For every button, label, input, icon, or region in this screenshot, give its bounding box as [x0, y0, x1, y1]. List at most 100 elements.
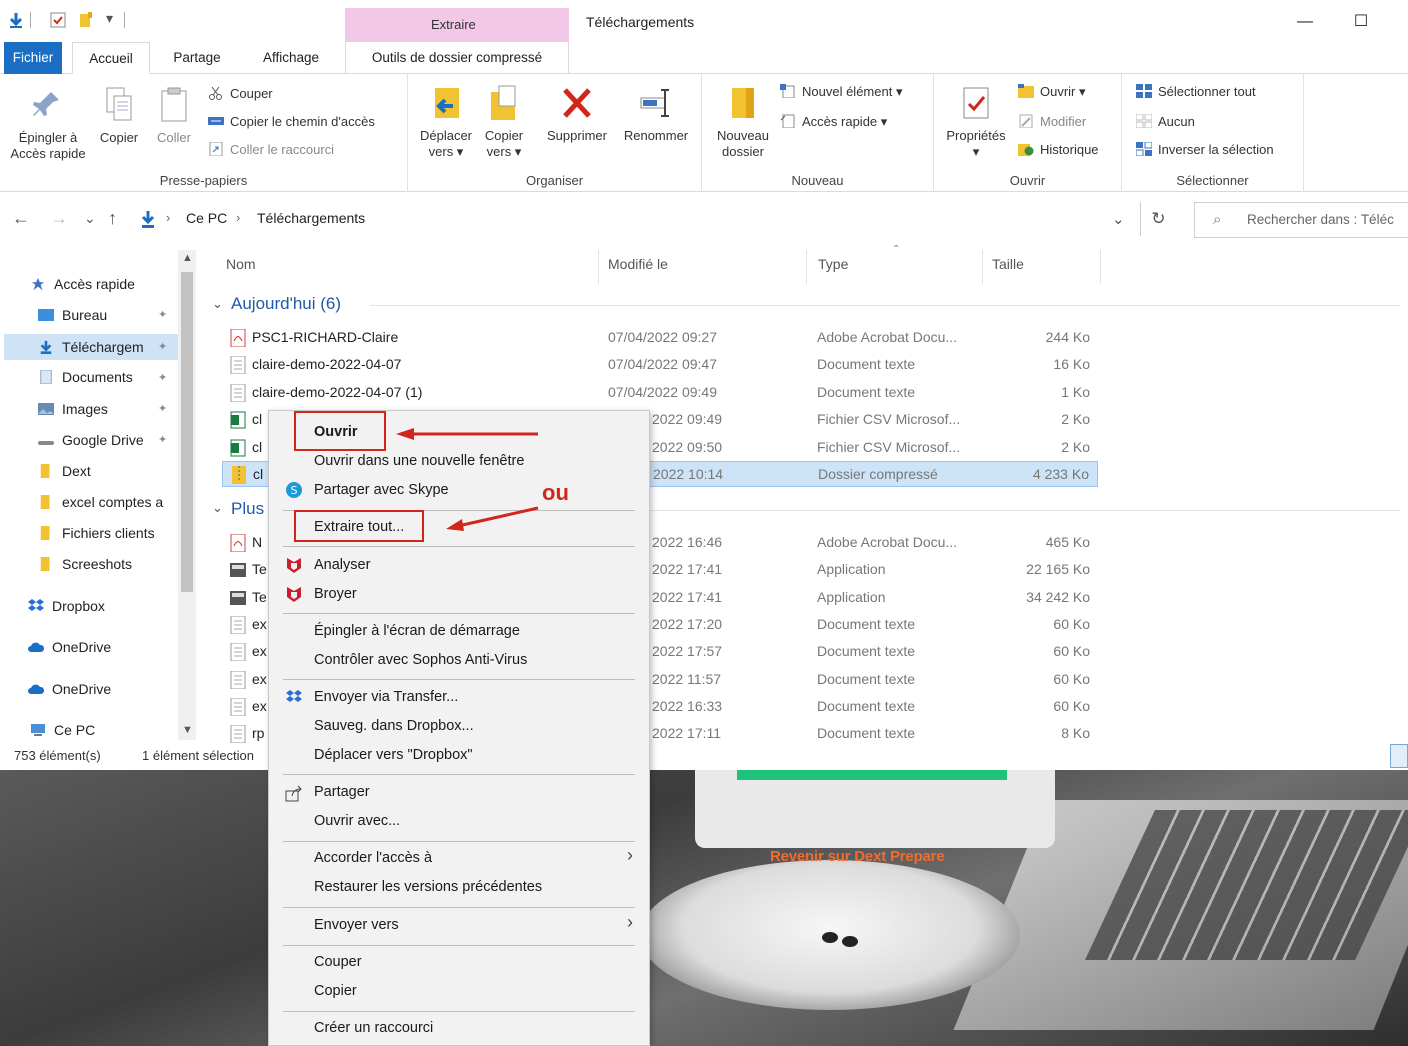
group-header-today[interactable]: Aujourd'hui (6) [231, 294, 341, 314]
menu-item-envoyer-vers[interactable]: Envoyer vers [314, 917, 399, 933]
details-view-button[interactable] [1390, 744, 1408, 768]
file-name: cl [253, 466, 264, 482]
menu-item-transfer[interactable]: Envoyer via Transfer... [314, 689, 458, 705]
file-row[interactable]: PSC1-RICHARD-Claire 07/04/2022 09:27 Ado… [222, 325, 1098, 351]
menu-item-ouvrir-avec[interactable]: Ouvrir avec... [314, 813, 400, 829]
supprimer-button[interactable]: Supprimer [542, 84, 612, 144]
nav-ce-pc[interactable]: Ce PC [30, 719, 95, 741]
menu-item-couper[interactable]: Couper [314, 954, 362, 970]
tab-affichage[interactable]: Affichage [248, 42, 334, 74]
nav-telechargements[interactable]: Téléchargem [4, 334, 178, 360]
renommer-button[interactable]: Renommer [618, 84, 694, 144]
epingler-button[interactable]: Épingler à Accès rapide [4, 86, 92, 162]
cloud-icon [28, 642, 44, 652]
menu-separator [283, 613, 635, 614]
group-header-older[interactable]: Plus [231, 499, 264, 519]
nav-scrollbar[interactable] [178, 250, 196, 740]
tab-outils-dossier-compresse[interactable]: Outils de dossier compressé [345, 42, 569, 74]
menu-item-analyser[interactable]: Analyser [314, 557, 370, 573]
file-row[interactable]: claire-demo-2022-04-07 (1) 07/04/2022 09… [222, 380, 1098, 406]
menu-item-sophos[interactable]: Contrôler avec Sophos Anti-Virus [314, 652, 527, 668]
revenir-link[interactable]: Revenir sur Dext Prepare [770, 848, 945, 865]
menu-item-deplacer-dropbox[interactable]: Déplacer vers "Dropbox" [314, 747, 473, 763]
breadcrumb-telechargements[interactable]: Téléchargements [257, 210, 365, 226]
column-header-type[interactable]: Type [818, 256, 848, 272]
acces-rapide-button[interactable]: Accès rapide ▾ [780, 112, 887, 132]
menu-item-epingler[interactable]: Épingler à l'écran de démarrage [314, 623, 520, 639]
coller-raccourci-button[interactable]: Coller le raccourci [208, 140, 334, 160]
menu-item-copier[interactable]: Copier [314, 983, 357, 999]
down-arrow-icon[interactable] [8, 12, 24, 28]
nav-onedrive[interactable]: OneDrive [28, 636, 111, 658]
couper-button[interactable]: Couper [208, 84, 273, 104]
scroll-up-icon[interactable]: ▲ [182, 252, 193, 264]
nav-images[interactable]: Images [38, 398, 108, 420]
customize-qa-icon[interactable]: ▾ [106, 10, 113, 27]
nav-fichiers-clients[interactable]: Fichiers clients [38, 522, 155, 544]
column-header-taille[interactable]: Taille [992, 256, 1024, 272]
modifier-button[interactable]: Modifier [1018, 112, 1086, 132]
deplacer-vers-button[interactable]: Déplacer vers ▾ [414, 84, 478, 160]
column-header-nom[interactable]: Nom [226, 256, 256, 272]
nav-excel-comptes[interactable]: excel comptes a [38, 491, 163, 513]
nouveau-dossier-button[interactable]: Nouveau dossier [708, 84, 778, 160]
menu-item-sauveg-dropbox[interactable]: Sauveg. dans Dropbox... [314, 718, 474, 734]
context-tab-extraire[interactable]: Extraire [345, 8, 569, 42]
menu-item-partager[interactable]: Partager [314, 784, 370, 800]
file-name: Te [252, 589, 267, 605]
address-dropdown-button[interactable]: ⌄ [1112, 210, 1125, 228]
minimize-button[interactable]: — [1292, 10, 1318, 34]
nav-onedrive-2[interactable]: OneDrive [28, 678, 111, 700]
back-button[interactable]: ← [12, 208, 30, 229]
nav-acces-rapide[interactable]: Accès rapide [30, 273, 135, 295]
copier-chemin-button[interactable]: Copier le chemin d'accès [208, 112, 375, 132]
recent-locations-button[interactable]: ⌄ [84, 210, 96, 227]
group-collapse-icon[interactable]: ⌄ [212, 296, 223, 312]
column-separator[interactable] [598, 250, 599, 284]
column-separator[interactable] [982, 250, 983, 284]
maximize-button[interactable]: ☐ [1348, 10, 1374, 34]
inverser-selection-button[interactable]: Inverser la sélection [1136, 140, 1274, 160]
proprietes-button[interactable]: Propriétés ▾ [938, 84, 1014, 160]
aucun-button[interactable]: Aucun [1136, 112, 1195, 132]
menu-item-restaurer[interactable]: Restaurer les versions précédentes [314, 879, 542, 895]
copier-vers-button[interactable]: Copier vers ▾ [478, 84, 530, 160]
tab-fichier[interactable]: Fichier [4, 42, 62, 74]
tab-partage[interactable]: Partage [158, 42, 236, 74]
nav-dropbox[interactable]: Dropbox [28, 595, 105, 617]
refresh-button[interactable]: ↻ [1140, 202, 1176, 236]
nav-documents[interactable]: Documents [38, 366, 133, 388]
historique-button[interactable]: Historique [1018, 140, 1099, 160]
nav-google-drive[interactable]: Google Drive [38, 429, 144, 451]
nav-label: Téléchargem [62, 339, 144, 355]
properties-icon[interactable] [50, 12, 66, 28]
nav-dext[interactable]: Dext [38, 460, 91, 482]
coller-button[interactable]: Coller [150, 86, 198, 146]
menu-item-broyer[interactable]: Broyer [314, 586, 357, 602]
nouvel-element-button[interactable]: Nouvel élément ▾ [780, 82, 902, 102]
selectionner-tout-button[interactable]: Sélectionner tout [1136, 82, 1256, 102]
nav-bureau[interactable]: Bureau [38, 304, 107, 326]
file-row[interactable]: claire-demo-2022-04-07 07/04/2022 09:47 … [222, 352, 1098, 378]
up-button[interactable]: ↑ [108, 208, 117, 229]
forward-button[interactable]: → [50, 208, 68, 229]
group-collapse-icon[interactable]: ⌄ [212, 500, 223, 516]
scrollbar-thumb[interactable] [181, 272, 193, 592]
images-icon [38, 403, 54, 415]
breadcrumb-ce-pc[interactable]: Ce PC [186, 210, 227, 226]
menu-item-accorder-acces[interactable]: Accorder l'accès à [314, 850, 432, 866]
ouvrir-button[interactable]: Ouvrir ▾ [1018, 82, 1086, 102]
column-header-modifie-le[interactable]: Modifié le [608, 256, 668, 272]
nav-screeshots[interactable]: Screeshots [38, 553, 132, 575]
scroll-down-icon[interactable]: ▼ [182, 724, 193, 736]
column-separator[interactable] [1100, 250, 1101, 284]
search-box[interactable]: ⌕ Rechercher dans : Téléc [1194, 202, 1408, 238]
separator [30, 12, 31, 28]
tab-accueil[interactable]: Accueil [72, 42, 150, 74]
new-folder-icon[interactable] [78, 12, 94, 28]
file-date: 07/04/2022 09:47 [608, 356, 717, 372]
excel-csv-icon [230, 439, 246, 457]
copier-button[interactable]: Copier [94, 86, 144, 146]
column-separator[interactable] [806, 250, 807, 284]
menu-item-creer-raccourci[interactable]: Créer un raccourci [314, 1020, 433, 1036]
